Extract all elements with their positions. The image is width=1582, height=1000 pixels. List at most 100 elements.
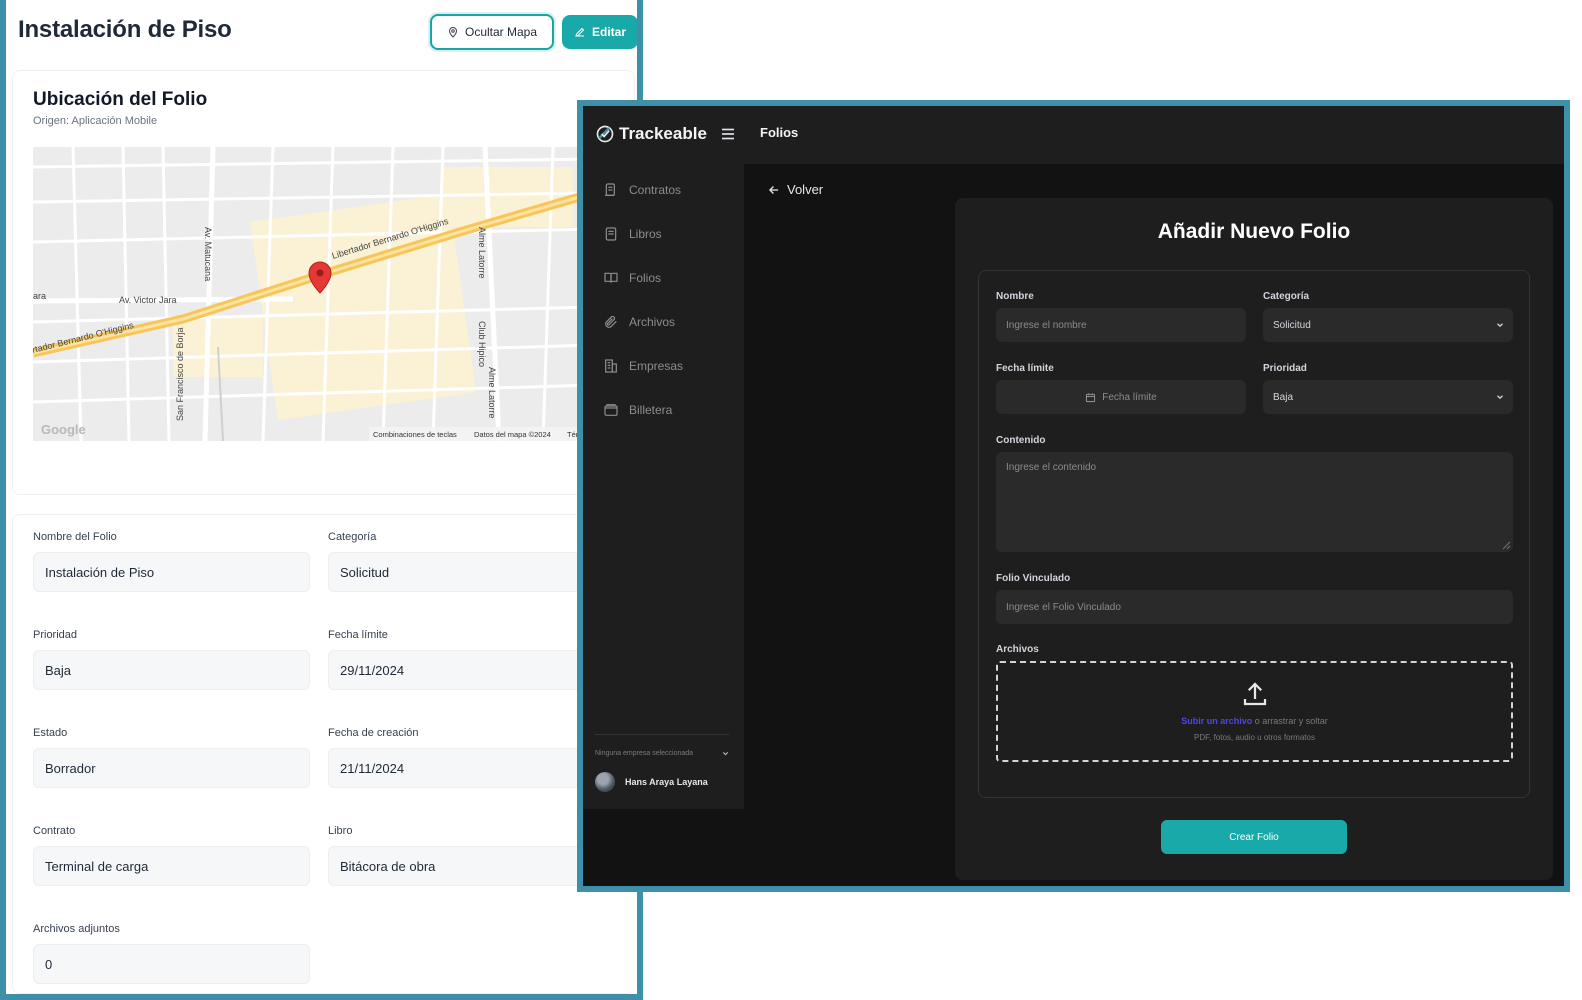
create-folio-button[interactable]: Crear Folio: [1161, 820, 1347, 854]
hide-map-label: Ocultar Mapa: [464, 25, 538, 39]
details-card: Nombre del Folio Instalación de Piso Cat…: [12, 514, 635, 994]
book-icon: [605, 227, 617, 241]
new-folio-window: Trackeable Contratos Libros Folios Archi…: [577, 100, 1570, 892]
field-deadline: 29/11/2024: [328, 650, 618, 690]
map-label: Club Hipico: [477, 321, 487, 367]
page-title: Instalación de Piso: [18, 16, 232, 43]
arrow-left-icon: [769, 185, 779, 194]
location-origin: Origen: Aplicación Mobile: [33, 115, 158, 127]
company-select-label: Ninguna empresa seleccionada: [595, 750, 694, 757]
chevron-down-icon: [1497, 323, 1503, 328]
contenido-label: Contenido: [996, 435, 1046, 446]
field-attachments: 0: [33, 944, 310, 984]
prioridad-select[interactable]: Baja: [1263, 380, 1513, 414]
upload-icon: [1243, 682, 1267, 706]
sidebar: Trackeable Contratos Libros Folios Archi…: [583, 106, 744, 809]
back-label: Volver: [787, 182, 824, 197]
user-name: Hans Araya Layana: [625, 777, 708, 787]
hamburger-menu-icon[interactable]: [719, 125, 737, 143]
pencil-icon: [575, 27, 585, 37]
sidebar-item-archivos[interactable]: Archivos: [603, 314, 675, 330]
field-label-book: Libro: [328, 825, 353, 837]
topbar: Folios: [744, 106, 1564, 164]
brand-name: Trackeable: [619, 124, 707, 143]
sidebar-item-folios[interactable]: Folios: [603, 270, 661, 286]
field-label-deadline: Fecha límite: [328, 629, 388, 641]
hide-map-button[interactable]: Ocultar Mapa: [430, 14, 554, 50]
page-header: Instalación de Piso Ocultar Mapa Editar: [12, 14, 637, 54]
field-book: Bitácora de obra: [328, 846, 618, 886]
prioridad-value: Baja: [1273, 391, 1294, 403]
vinculado-label: Folio Vinculado: [996, 573, 1071, 584]
field-created: 21/11/2024: [328, 748, 618, 788]
upload-text: Subir un archivo o arrastrar y soltar: [998, 716, 1511, 726]
field-label-contract: Contrato: [33, 825, 76, 837]
map-label: San Francisco de Borja: [175, 327, 185, 421]
form-title: Añadir Nuevo Folio: [1157, 220, 1351, 243]
field-label-status: Estado: [33, 727, 68, 739]
field-label-category: Categoría: [328, 531, 377, 543]
location-title: Ubicación del Folio: [33, 89, 208, 110]
map-label: Alme Latorre: [477, 227, 487, 279]
field-contract: Terminal de carga: [33, 846, 310, 886]
sidebar-divider: [595, 734, 729, 735]
map-data-attribution: Datos del mapa ©2024: [474, 430, 551, 439]
upload-rest-text: o arrastrar y soltar: [1252, 716, 1328, 726]
form-card: Nombre Ingrese el nombre Categoría Solic…: [978, 270, 1530, 798]
scroll-icon: [605, 183, 615, 196]
upload-link[interactable]: Subir un archivo: [1181, 716, 1252, 726]
edit-button[interactable]: Editar: [562, 15, 637, 49]
back-button[interactable]: Volver: [767, 182, 823, 197]
field-name: Instalación de Piso: [33, 552, 310, 592]
map-label: Alme Latorre: [487, 367, 497, 419]
sidebar-item-label: Billetera: [629, 403, 673, 417]
map-canvas: Libertador Bernardo O'Higgins rtador Ber…: [33, 147, 593, 441]
field-status: Borrador: [33, 748, 310, 788]
contenido-textarea[interactable]: Ingrese el contenido: [996, 452, 1513, 552]
fecha-label: Fecha límite: [996, 363, 1054, 374]
contenido-placeholder: Ingrese el contenido: [1006, 462, 1097, 473]
sidebar-item-label: Empresas: [629, 359, 684, 373]
field-label-attachments: Archivos adjuntos: [33, 923, 120, 935]
folio-detail-window: Instalación de Piso Ocultar Mapa Editar …: [0, 0, 643, 1000]
sidebar-item-label: Folios: [629, 271, 662, 285]
company-select[interactable]: Ninguna empresa seleccionada: [595, 749, 730, 758]
wallet-icon: [604, 404, 618, 416]
categoria-select[interactable]: Solicitud: [1263, 308, 1513, 342]
archivos-label: Archivos: [996, 644, 1039, 655]
avatar: [595, 772, 615, 792]
fecha-picker-label: Fecha límite: [1102, 391, 1157, 403]
calendar-icon: [1086, 392, 1096, 402]
google-logo: Google: [41, 422, 86, 437]
new-folio-form: Añadir Nuevo Folio Nombre Ingrese el nom…: [955, 198, 1553, 880]
building-icon: [605, 359, 617, 373]
field-priority: Baja: [33, 650, 310, 690]
map[interactable]: Libertador Bernardo O'Higgins rtador Ber…: [33, 147, 593, 441]
sidebar-item-empresas[interactable]: Empresas: [603, 358, 683, 374]
field-label-name: Nombre del Folio: [33, 531, 117, 543]
categoria-value: Solicitud: [1273, 319, 1311, 331]
sidebar-item-label: Libros: [629, 227, 662, 241]
chevron-down-icon: [1497, 395, 1503, 400]
sidebar-item-billetera[interactable]: Billetera: [603, 402, 672, 418]
fecha-picker-button[interactable]: Fecha límite: [996, 380, 1246, 414]
field-label-priority: Prioridad: [33, 629, 78, 641]
sidebar-item-label: Archivos: [629, 315, 676, 329]
sidebar-item-contratos[interactable]: Contratos: [603, 182, 681, 198]
vinculado-input[interactable]: Ingrese el Folio Vinculado: [996, 590, 1513, 624]
user-profile[interactable]: Hans Araya Layana: [595, 772, 708, 792]
map-shortcuts-link[interactable]: Combinaciones de teclas: [373, 430, 457, 439]
sidebar-item-libros[interactable]: Libros: [603, 226, 662, 242]
resize-handle-icon[interactable]: [1501, 540, 1511, 550]
location-card: Ubicación del Folio Origen: Aplicación M…: [12, 70, 635, 495]
nombre-input[interactable]: Ingrese el nombre: [996, 308, 1246, 342]
file-dropzone[interactable]: Subir un archivo o arrastrar y soltar PD…: [996, 661, 1513, 762]
categoria-label: Categoría: [1263, 291, 1310, 302]
edit-label: Editar: [591, 25, 626, 39]
map-label: Av. Victor Jara: [119, 295, 177, 305]
map-label: Av. Matucana: [203, 227, 213, 281]
nombre-label: Nombre: [996, 291, 1034, 302]
paperclip-icon: [605, 315, 617, 328]
field-label-created: Fecha de creación: [328, 727, 419, 739]
field-category: Solicitud: [328, 552, 618, 592]
